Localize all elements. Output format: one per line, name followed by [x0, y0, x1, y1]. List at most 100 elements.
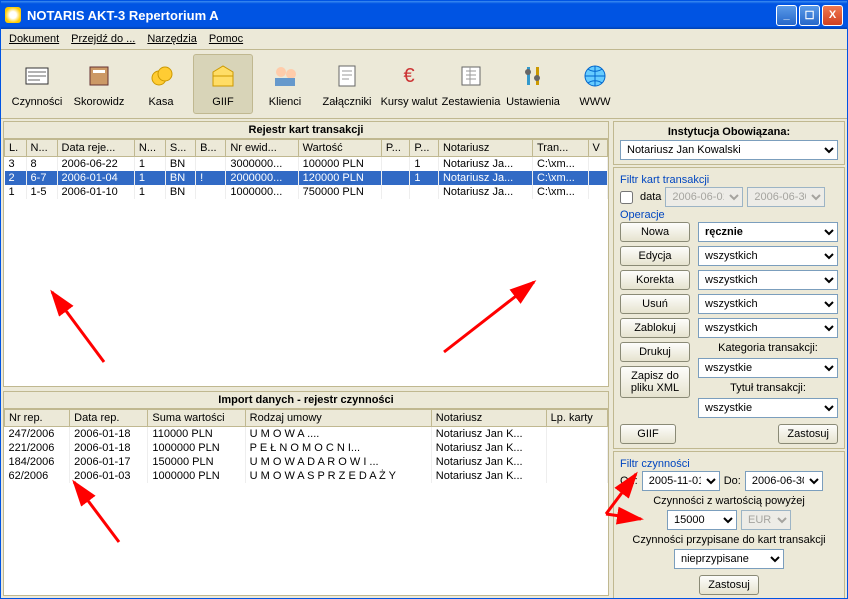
menu-narzedzia[interactable]: Narzędzia	[147, 33, 197, 45]
tytul-combo[interactable]: wszystkie	[698, 398, 838, 418]
op-drukuj-button[interactable]: Drukuj	[620, 342, 690, 362]
filter-combo-4[interactable]: wszystkich	[698, 318, 838, 338]
zalaczniki-icon	[331, 60, 363, 92]
panel-filtr-czynnosci: Filtr czynności Od: 2005-11-01 Do: 2006-…	[613, 451, 845, 598]
column-header[interactable]: V	[588, 140, 607, 157]
table-row[interactable]: 26-72006-01-041BN!2000000...120000 PLN1N…	[5, 171, 608, 185]
date-filter-row: data 2006-06-01 2006-06-30	[620, 187, 838, 207]
wartosc-combo[interactable]: 15000	[667, 510, 737, 530]
panel-import-czynnosci: Import danych - rejestr czynności Nr rep…	[3, 391, 609, 596]
toolbar-giif-button[interactable]: GIIF	[193, 54, 253, 114]
op-edycja-button[interactable]: Edycja	[620, 246, 690, 266]
column-header[interactable]: P...	[381, 140, 410, 157]
column-header[interactable]: L.	[5, 140, 27, 157]
column-header[interactable]: N...	[26, 140, 57, 157]
titlebar: NOTARIS AKT-3 Repertorium A _ ☐ X	[1, 1, 847, 29]
column-header[interactable]: B...	[196, 140, 226, 157]
giif-icon	[207, 60, 239, 92]
data-checkbox-label: data	[640, 191, 661, 203]
toolbar-kursy-button[interactable]: €Kursy walut	[379, 54, 439, 114]
przypisane-combo[interactable]: nieprzypisane	[674, 549, 784, 569]
toolbar-kasa-button[interactable]: Kasa	[131, 54, 191, 114]
filter-kart-label: Filtr kart transakcji	[620, 174, 838, 186]
maximize-button[interactable]: ☐	[799, 5, 820, 26]
toolbar-zestawienia-button[interactable]: Zestawienia	[441, 54, 501, 114]
left-column: Rejestr kart transakcji L.N...Data reje.…	[3, 121, 609, 596]
table-row[interactable]: 184/20062006-01-17150000 PLNU M O W A D …	[5, 455, 608, 469]
right-column: Instytucja Obowiązana: Notariusz Jan Kow…	[613, 121, 845, 596]
zastosuj-kart-button[interactable]: Zastosuj	[778, 424, 838, 444]
content: Rejestr kart transakcji L.N...Data reje.…	[1, 119, 847, 598]
kategoria-combo[interactable]: wszystkie	[698, 358, 838, 378]
toolbar-skorowidz-button[interactable]: Skorowidz	[69, 54, 129, 114]
column-header[interactable]: Lp. karty	[546, 409, 607, 426]
window-title: NOTARIS AKT-3 Repertorium A	[27, 8, 774, 23]
menu-przejdz[interactable]: Przejdź do ...	[71, 33, 135, 45]
zestawienia-icon	[455, 60, 487, 92]
do-date-combo[interactable]: 2006-06-30	[745, 471, 823, 491]
od-date-combo[interactable]: 2005-11-01	[642, 471, 720, 491]
filter-combos: ręcznie wszystkich wszystkich wszystkich wsz…	[698, 222, 838, 418]
date-to-combo: 2006-06-30	[747, 187, 825, 207]
menu-dokument[interactable]: Dokument	[9, 33, 59, 45]
op-korekta-button[interactable]: Korekta	[620, 270, 690, 290]
toolbar-zalaczniki-button[interactable]: Załączniki	[317, 54, 377, 114]
filter-czyn-label: Filtr czynności	[620, 458, 838, 470]
instytucja-combo[interactable]: Notariusz Jan Kowalski	[620, 140, 838, 160]
grid-import-czynnosci[interactable]: Nr rep.Data rep.Suma wartościRodzaj umow…	[4, 409, 608, 595]
filter-combo-1[interactable]: wszystkich	[698, 246, 838, 266]
zastosuj-czyn-button[interactable]: Zastosuj	[699, 575, 759, 595]
table-row[interactable]: 11-52006-01-101BN1000000...750000 PLNNot…	[5, 185, 608, 199]
column-header[interactable]: Data rep.	[70, 409, 148, 426]
table-row[interactable]: 62/20062006-01-031000000 PLNU M O W A S …	[5, 469, 608, 483]
column-header[interactable]: P...	[410, 140, 439, 157]
waluta-combo: EUR	[741, 510, 791, 530]
table-row[interactable]: 221/20062006-01-181000000 PLNP E Ł N O M…	[5, 441, 608, 455]
czynnosci-icon	[21, 60, 53, 92]
filter-combo-2[interactable]: wszystkich	[698, 270, 838, 290]
panel-title-rejestr: Rejestr kart transakcji	[4, 122, 608, 139]
close-button[interactable]: X	[822, 5, 843, 26]
toolbar-ustawienia-button[interactable]: Ustawienia	[503, 54, 563, 114]
op-nowa-button[interactable]: Nowa	[620, 222, 690, 242]
filter-combo-3[interactable]: wszystkich	[698, 294, 838, 314]
ustawienia-icon	[517, 60, 549, 92]
column-header[interactable]: Nr rep.	[5, 409, 70, 426]
skorowidz-icon	[83, 60, 115, 92]
column-header[interactable]: Rodzaj umowy	[245, 409, 431, 426]
column-header[interactable]: Notariusz	[431, 409, 546, 426]
column-header[interactable]: Suma wartości	[148, 409, 245, 426]
column-header[interactable]: Tran...	[532, 140, 588, 157]
minimize-button[interactable]: _	[776, 5, 797, 26]
data-checkbox[interactable]	[620, 191, 633, 204]
op-usuń-button[interactable]: Usuń	[620, 294, 690, 314]
app-window: NOTARIS AKT-3 Repertorium A _ ☐ X Dokume…	[0, 0, 848, 599]
tytul-label: Tytuł transakcji:	[698, 382, 838, 394]
menu-pomoc[interactable]: Pomoc	[209, 33, 243, 45]
toolbar-czynnosci-button[interactable]: Czynności	[7, 54, 67, 114]
giif-button[interactable]: GIIF	[620, 424, 676, 444]
do-label: Do:	[724, 475, 741, 487]
table-row[interactable]: 247/20062006-01-18110000 PLNU M O W A ..…	[5, 426, 608, 441]
svg-text:€: €	[403, 65, 414, 87]
column-header[interactable]: S...	[165, 140, 195, 157]
grid-rejestr-kart[interactable]: L.N...Data reje...N...S...B...Nr ewid...…	[4, 139, 608, 386]
column-header[interactable]: Notariusz	[438, 140, 532, 157]
column-header[interactable]: Nr ewid...	[226, 140, 298, 157]
toolbar-www-button[interactable]: WWW	[565, 54, 625, 114]
op-zapisz-xml-button[interactable]: Zapisz do pliku XML	[620, 366, 690, 398]
column-header[interactable]: Data reje...	[57, 140, 134, 157]
panel-title-import: Import danych - rejestr czynności	[4, 392, 608, 409]
op-zablokuj-button[interactable]: Zablokuj	[620, 318, 690, 338]
table-row[interactable]: 382006-06-221BN3000000...100000 PLN1Nota…	[5, 157, 608, 172]
column-header[interactable]: Wartość	[298, 140, 381, 157]
kasa-icon	[145, 60, 177, 92]
date-from-combo: 2006-06-01	[665, 187, 743, 207]
column-header[interactable]: N...	[134, 140, 165, 157]
filter-combo-0[interactable]: ręcznie	[698, 222, 838, 242]
toolbar-klienci-button[interactable]: Klienci	[255, 54, 315, 114]
kategoria-label: Kategoria transakcji:	[698, 342, 838, 354]
toolbar: CzynnościSkorowidzKasaGIIFKlienciZałączn…	[1, 50, 847, 119]
przypisane-label: Czynności przypisane do kart transakcji	[620, 534, 838, 546]
instytucja-label: Instytucja Obowiązana:	[620, 126, 838, 138]
